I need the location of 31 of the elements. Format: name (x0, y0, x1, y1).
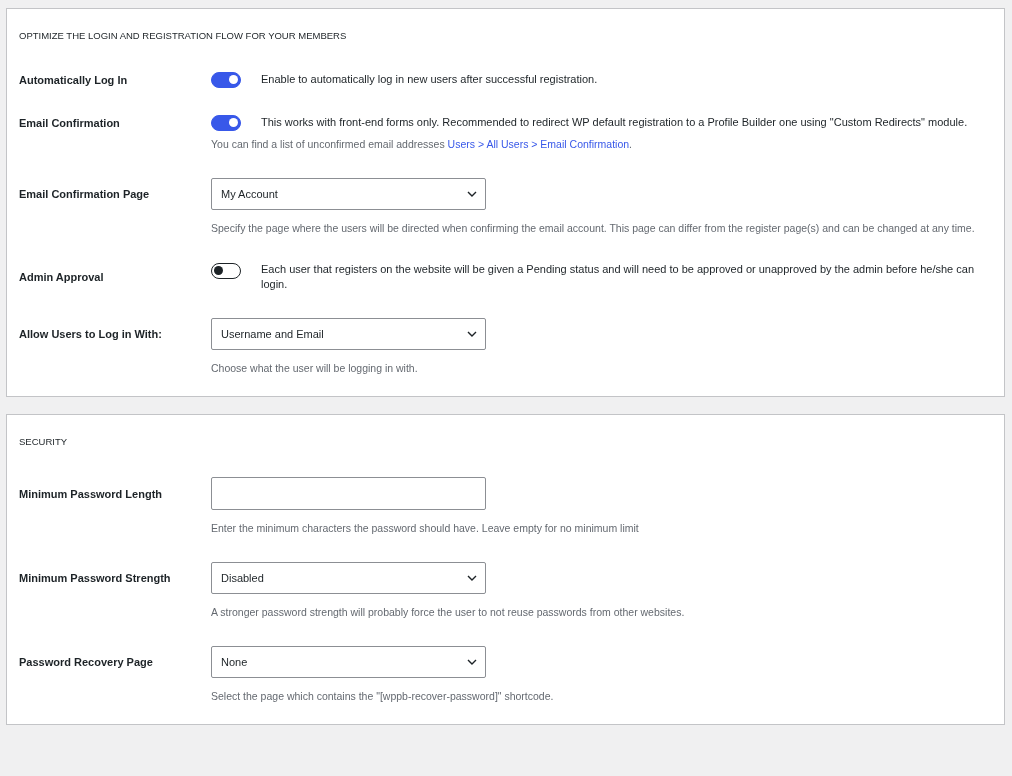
chevron-down-icon (467, 331, 477, 337)
chevron-down-icon (467, 575, 477, 581)
field-label: Allow Users to Log in With: (19, 328, 163, 340)
field-note: You can find a list of unconfirmed email addresses Users > All Users > Email Confirmation. (211, 137, 633, 152)
field-description: A stronger password strength will probably force the user to not reuse passwords from other websites. (211, 605, 686, 620)
field-description: This works with front-end forms only. Recommended to redirect WP default registration to a Profile Builder one using "Custom Redirects" module. (261, 115, 968, 130)
field-description: Specify the page where the users will be directed when confirming the email account. This page can differ from the register page(s) and can be changed at any time. (211, 221, 976, 236)
section-title: SECURITY (19, 436, 69, 447)
field-label: Email Confirmation (19, 116, 121, 129)
field-description: Enter the minimum characters the password should have. Leave empty for no minimum limit (211, 521, 640, 536)
toggle-switch[interactable] (211, 115, 241, 131)
field-label: Minimum Password Length (19, 487, 163, 500)
field-label: Automatically Log In (19, 73, 129, 86)
toggle-switch[interactable] (211, 72, 241, 88)
input-field[interactable] (211, 477, 486, 510)
field-description: Enable to automatically log in new users after successful registration. (261, 72, 598, 87)
field-label: Admin Approval (19, 271, 105, 283)
field-label: Minimum Password Strength (19, 572, 172, 584)
chevron-down-icon (467, 659, 477, 665)
field-label: Password Recovery Page (19, 656, 154, 668)
dropdown[interactable]: My Account (211, 178, 486, 210)
field-description: Select the page which contains the "[wppb-recover-password]" shortcode. (211, 689, 555, 704)
field-description: Each user that registers on the website will be given a Pending status and will need to be approved or unapproved by the admin before he/she can login. (261, 262, 975, 292)
section-title: OPTIMIZE THE LOGIN AND REGISTRATION FLOW FOR YOUR MEMBERS (19, 30, 348, 41)
chevron-down-icon (467, 191, 477, 197)
dropdown[interactable]: None (211, 646, 486, 678)
dropdown[interactable]: Username and Email (211, 318, 486, 350)
field-description: Choose what the user will be logging in with. (211, 361, 419, 376)
toggle-switch[interactable] (211, 263, 241, 279)
field-label: Email Confirmation Page (19, 188, 151, 200)
dropdown[interactable]: Disabled (211, 562, 486, 594)
